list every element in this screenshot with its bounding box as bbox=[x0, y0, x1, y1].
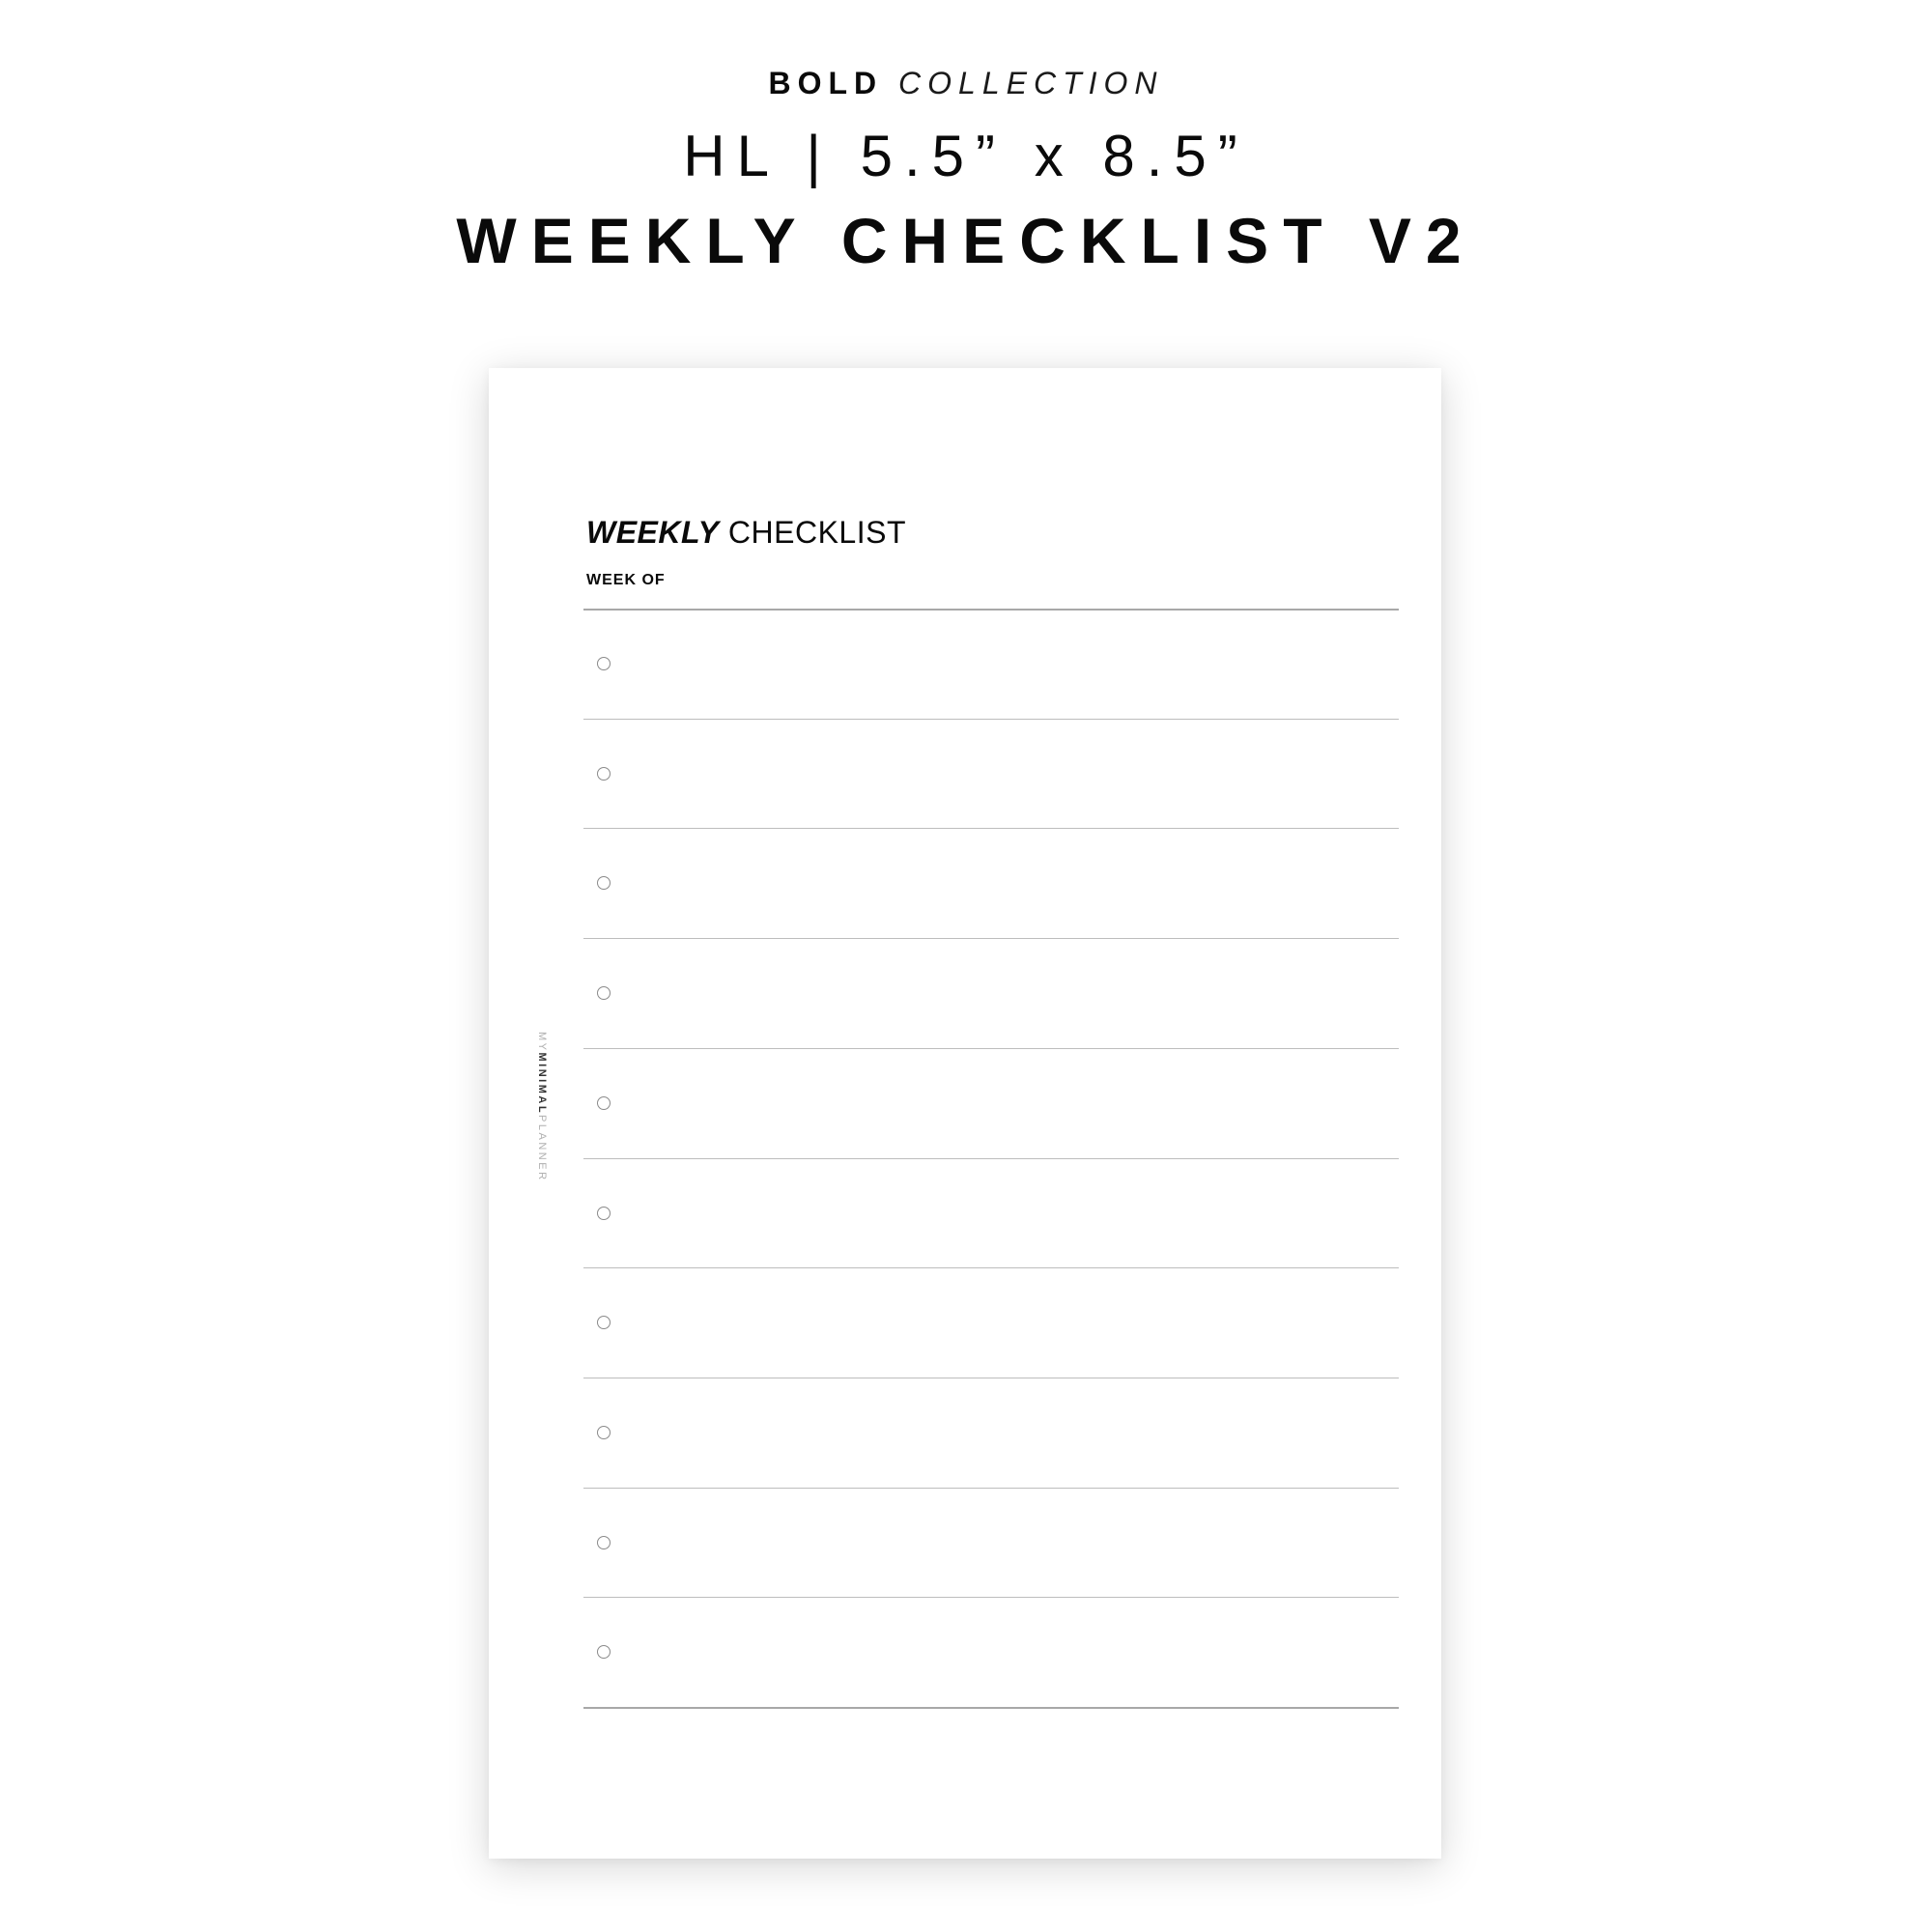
collection-light: COLLECTION bbox=[898, 66, 1164, 100]
checklist-row[interactable] bbox=[489, 1597, 1441, 1706]
checklist-row[interactable] bbox=[489, 609, 1441, 718]
checklist-row[interactable] bbox=[489, 938, 1441, 1047]
checkbox-circle-icon[interactable] bbox=[597, 1095, 611, 1110]
checkbox-circle-icon[interactable] bbox=[597, 1535, 611, 1549]
size-label: HL | 5.5” x 8.5” bbox=[683, 124, 1249, 188]
brand-vertical-text: MYMINIMALPLANNER bbox=[536, 1032, 548, 1182]
brand-suffix: PLANNER bbox=[536, 1115, 548, 1182]
page-title-regular: CHECKLIST bbox=[727, 515, 906, 550]
brand-emphasis: MINIMAL bbox=[536, 1052, 548, 1116]
checkbox-circle-icon[interactable] bbox=[597, 986, 611, 1001]
checklist-row[interactable] bbox=[489, 719, 1441, 828]
checklist-row[interactable] bbox=[489, 1378, 1441, 1487]
checkbox-circle-icon[interactable] bbox=[597, 1645, 611, 1660]
planner-page: WEEKLY CHECKLIST WEEK OF MYMINIMALPLANNE… bbox=[489, 368, 1441, 1859]
checkbox-circle-icon[interactable] bbox=[597, 1425, 611, 1439]
checklist-row[interactable] bbox=[489, 828, 1441, 937]
checklist-row[interactable] bbox=[489, 1048, 1441, 1157]
checklist-row[interactable] bbox=[489, 1267, 1441, 1377]
collection-label: BOLD COLLECTION bbox=[0, 64, 1932, 102]
brand-prefix: MY bbox=[536, 1032, 548, 1053]
page-title-italic: WEEKLY bbox=[586, 515, 720, 550]
collection-bold: BOLD bbox=[768, 66, 884, 100]
checkbox-circle-icon[interactable] bbox=[597, 876, 611, 891]
checklist-row[interactable] bbox=[489, 1158, 1441, 1267]
checklist-row[interactable] bbox=[489, 1488, 1441, 1597]
checklist-rule bbox=[583, 1707, 1399, 1709]
page-title: WEEKLY CHECKLIST bbox=[586, 513, 906, 552]
checkbox-circle-icon[interactable] bbox=[597, 657, 611, 670]
checkbox-circle-icon[interactable] bbox=[597, 766, 611, 781]
checkbox-circle-icon[interactable] bbox=[597, 1316, 611, 1330]
checkbox-circle-icon[interactable] bbox=[597, 1206, 611, 1220]
week-of-label: WEEK OF bbox=[586, 572, 666, 588]
product-title: WEEKLY CHECKLIST V2 bbox=[456, 205, 1476, 276]
